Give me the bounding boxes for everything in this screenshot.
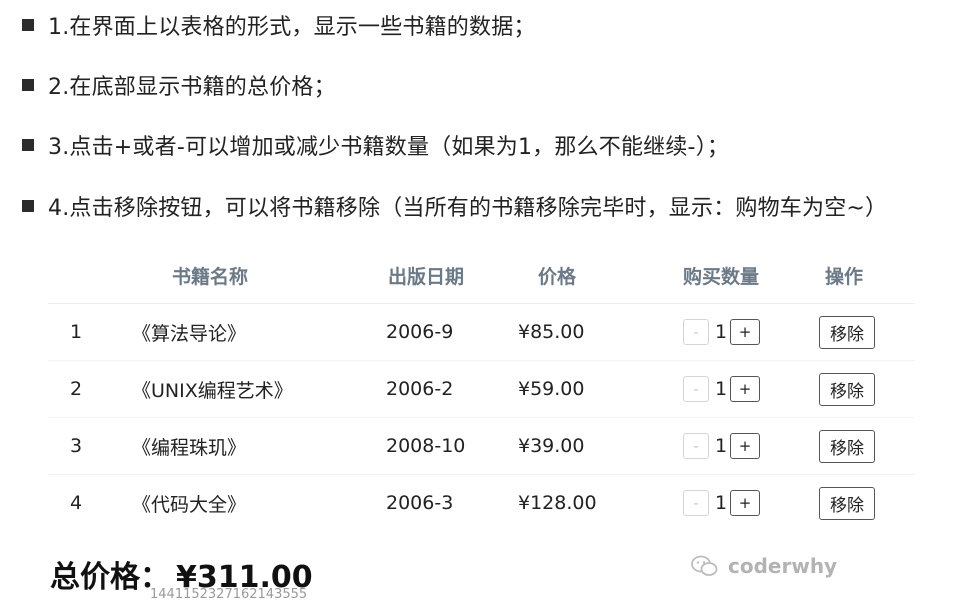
wechat-icon: [691, 555, 718, 576]
remove-button[interactable]: 移除: [819, 372, 875, 406]
bullet-square-icon: [22, 139, 34, 151]
book-name: 《UNIX编程艺术》: [132, 360, 386, 418]
quantity-value: 1: [715, 492, 728, 514]
book-name: 《代码大全》: [132, 474, 386, 531]
operation-cell: 移除: [817, 360, 915, 418]
bullet-square-icon: [22, 79, 34, 91]
increment-button[interactable]: +: [730, 490, 761, 516]
book-name: 《编程珠玑》: [132, 417, 386, 475]
requirement-text: 2.在底部显示书籍的总价格；: [48, 75, 336, 100]
quantity-stepper: - 1 +: [663, 319, 817, 345]
table-row: 1 《算法导论》 2006-9 ¥85.00 - 1 + 移除: [48, 303, 915, 361]
publish-date: 2006-3: [386, 474, 518, 531]
quantity-stepper: - 1 +: [663, 433, 817, 459]
table-row: 4 《代码大全》 2006-3 ¥128.00 - 1 + 移除: [48, 474, 915, 531]
row-index: 1: [48, 303, 132, 361]
book-name: 《算法导论》: [132, 303, 386, 361]
books-table: 书籍名称 出版日期 价格 购买数量 操作 1 《算法导论》 2006-9 ¥85…: [48, 247, 915, 531]
publish-date: 2006-2: [386, 360, 518, 418]
decrement-button[interactable]: -: [683, 319, 709, 345]
requirement-text: 1.在界面上以表格的形式，显示一些书籍的数据；: [48, 15, 536, 40]
watermark-brand: coderwhy: [728, 554, 838, 578]
operation-cell: 移除: [817, 417, 915, 475]
publish-date: 2006-9: [386, 303, 518, 361]
decrement-button[interactable]: -: [683, 376, 709, 402]
header-quantity: 购买数量: [663, 247, 817, 304]
decrement-button[interactable]: -: [683, 490, 709, 516]
remove-button[interactable]: 移除: [819, 429, 875, 463]
increment-button[interactable]: +: [730, 433, 761, 459]
increment-button[interactable]: +: [730, 319, 761, 345]
requirement-text: 3.点击+或者-可以增加或减少书籍数量（如果为1，那么不能继续-）；: [48, 135, 730, 160]
table-row: 3 《编程珠玑》 2008-10 ¥39.00 - 1 + 移除: [48, 417, 915, 475]
publish-date: 2008-10: [386, 417, 518, 475]
header-book-name: 书籍名称: [132, 247, 386, 304]
table-row: 2 《UNIX编程艺术》 2006-2 ¥59.00 - 1 + 移除: [48, 360, 915, 418]
watermark-number: 1441152327162143555: [150, 587, 308, 602]
table-header-row: 书籍名称 出版日期 价格 购买数量 操作: [48, 247, 915, 304]
quantity-stepper: - 1 +: [663, 490, 817, 516]
watermark-logo: coderwhy: [690, 553, 837, 579]
book-price: ¥85.00: [518, 303, 663, 361]
bullet-square-icon: [22, 19, 34, 31]
row-index: 4: [48, 474, 132, 531]
remove-button[interactable]: 移除: [819, 486, 875, 520]
quantity-value: 1: [715, 378, 728, 400]
quantity-value: 1: [715, 321, 728, 343]
row-index: 2: [48, 360, 132, 418]
row-index: 3: [48, 417, 132, 475]
header-price: 价格: [518, 247, 663, 304]
decrement-button[interactable]: -: [683, 433, 709, 459]
requirement-item: 4.点击移除按钮，可以将书籍移除（当所有的书籍移除完毕时，显示：购物车为空~）: [22, 186, 887, 226]
quantity-cell: - 1 +: [663, 303, 817, 361]
quantity-cell: - 1 +: [663, 360, 817, 418]
remove-button[interactable]: 移除: [819, 315, 875, 349]
operation-cell: 移除: [817, 303, 915, 361]
quantity-stepper: - 1 +: [663, 376, 817, 402]
quantity-cell: - 1 +: [663, 417, 817, 475]
bullet-square-icon: [22, 200, 34, 212]
book-price: ¥39.00: [518, 417, 663, 475]
quantity-cell: - 1 +: [663, 474, 817, 531]
requirement-item: 3.点击+或者-可以增加或减少书籍数量（如果为1，那么不能继续-）；: [22, 125, 729, 165]
book-price: ¥128.00: [518, 474, 663, 531]
header-publish-date: 出版日期: [386, 247, 518, 304]
requirement-item: 2.在底部显示书籍的总价格；: [22, 65, 336, 105]
requirement-item: 1.在界面上以表格的形式，显示一些书籍的数据；: [22, 5, 536, 45]
header-operation: 操作: [817, 247, 915, 304]
book-price: ¥59.00: [518, 360, 663, 418]
quantity-value: 1: [715, 435, 728, 457]
requirement-text: 4.点击移除按钮，可以将书籍移除（当所有的书籍移除完毕时，显示：购物车为空~）: [48, 196, 888, 221]
increment-button[interactable]: +: [730, 376, 761, 402]
header-index: [48, 247, 132, 304]
operation-cell: 移除: [817, 474, 915, 531]
